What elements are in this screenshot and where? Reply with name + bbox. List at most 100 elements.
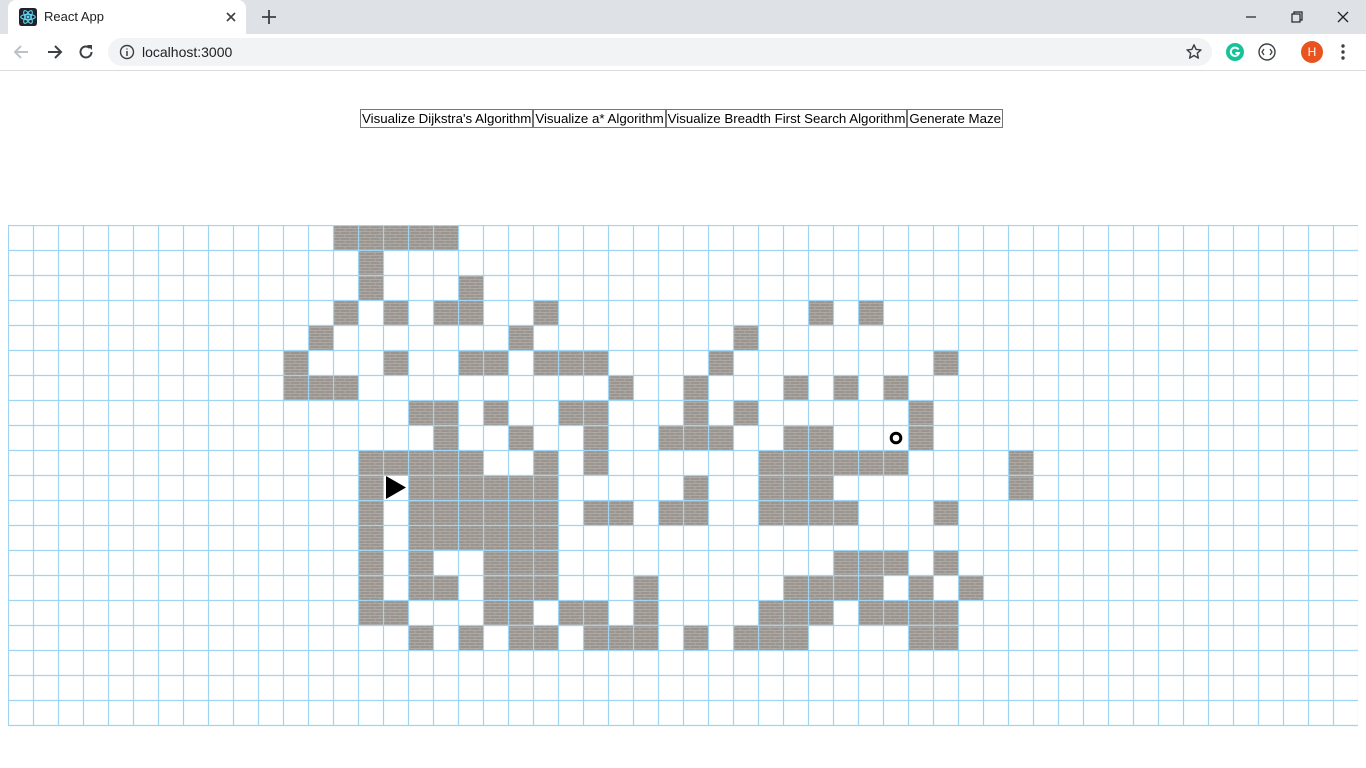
wall-cell[interactable] xyxy=(808,575,833,600)
wall-cell[interactable] xyxy=(558,350,583,375)
wall-cell[interactable] xyxy=(783,600,808,625)
wall-cell[interactable] xyxy=(508,600,533,625)
wall-cell[interactable] xyxy=(308,325,333,350)
wall-cell[interactable] xyxy=(508,550,533,575)
wall-cell[interactable] xyxy=(908,400,933,425)
wall-cell[interactable] xyxy=(808,475,833,500)
wall-cell[interactable] xyxy=(408,525,433,550)
wall-cell[interactable] xyxy=(283,375,308,400)
pathfinding-grid[interactable] xyxy=(8,225,1358,731)
wall-cell[interactable] xyxy=(1008,450,1033,475)
wall-cell[interactable] xyxy=(758,625,783,650)
wall-cell[interactable] xyxy=(583,500,608,525)
star-icon[interactable] xyxy=(1185,43,1203,61)
wall-cell[interactable] xyxy=(483,500,508,525)
wall-cell[interactable] xyxy=(583,600,608,625)
wall-cell[interactable] xyxy=(683,500,708,525)
wall-cell[interactable] xyxy=(508,575,533,600)
wall-cell[interactable] xyxy=(533,450,558,475)
wall-cell[interactable] xyxy=(633,575,658,600)
wall-cell[interactable] xyxy=(683,625,708,650)
wall-cell[interactable] xyxy=(458,475,483,500)
wall-cell[interactable] xyxy=(458,525,483,550)
wall-cell[interactable] xyxy=(658,500,683,525)
wall-cell[interactable] xyxy=(358,500,383,525)
wall-cell[interactable] xyxy=(408,225,433,250)
wall-cell[interactable] xyxy=(483,525,508,550)
wall-cell[interactable] xyxy=(358,525,383,550)
extension-icon[interactable] xyxy=(1257,42,1277,62)
wall-cell[interactable] xyxy=(858,600,883,625)
wall-cell[interactable] xyxy=(433,525,458,550)
wall-cell[interactable] xyxy=(408,400,433,425)
wall-cell[interactable] xyxy=(858,450,883,475)
wall-cell[interactable] xyxy=(1008,475,1033,500)
wall-cell[interactable] xyxy=(333,375,358,400)
wall-cell[interactable] xyxy=(858,550,883,575)
wall-cell[interactable] xyxy=(508,325,533,350)
wall-cell[interactable] xyxy=(333,225,358,250)
wall-cell[interactable] xyxy=(833,575,858,600)
wall-cell[interactable] xyxy=(533,300,558,325)
wall-cell[interactable] xyxy=(358,450,383,475)
wall-cell[interactable] xyxy=(783,475,808,500)
wall-cell[interactable] xyxy=(808,450,833,475)
generate-maze-button[interactable]: Generate Maze xyxy=(907,109,1004,128)
wall-cell[interactable] xyxy=(908,625,933,650)
wall-cell[interactable] xyxy=(508,425,533,450)
wall-cell[interactable] xyxy=(358,250,383,275)
wall-cell[interactable] xyxy=(408,475,433,500)
wall-cell[interactable] xyxy=(608,375,633,400)
wall-cell[interactable] xyxy=(433,300,458,325)
wall-cell[interactable] xyxy=(833,500,858,525)
wall-cell[interactable] xyxy=(708,350,733,375)
wall-cell[interactable] xyxy=(383,300,408,325)
wall-cell[interactable] xyxy=(458,275,483,300)
wall-cell[interactable] xyxy=(583,350,608,375)
wall-cell[interactable] xyxy=(408,625,433,650)
wall-cell[interactable] xyxy=(758,475,783,500)
wall-cell[interactable] xyxy=(808,500,833,525)
wall-cell[interactable] xyxy=(933,550,958,575)
wall-cell[interactable] xyxy=(883,375,908,400)
wall-cell[interactable] xyxy=(933,350,958,375)
wall-cell[interactable] xyxy=(883,600,908,625)
wall-cell[interactable] xyxy=(683,425,708,450)
wall-cell[interactable] xyxy=(433,400,458,425)
wall-cell[interactable] xyxy=(783,450,808,475)
wall-cell[interactable] xyxy=(908,575,933,600)
wall-cell[interactable] xyxy=(433,475,458,500)
wall-cell[interactable] xyxy=(433,425,458,450)
wall-cell[interactable] xyxy=(458,450,483,475)
wall-cell[interactable] xyxy=(333,300,358,325)
wall-cell[interactable] xyxy=(408,550,433,575)
wall-cell[interactable] xyxy=(633,625,658,650)
wall-cell[interactable] xyxy=(608,500,633,525)
wall-cell[interactable] xyxy=(683,475,708,500)
wall-cell[interactable] xyxy=(533,575,558,600)
minimize-icon[interactable] xyxy=(1240,6,1262,28)
wall-cell[interactable] xyxy=(633,600,658,625)
wall-cell[interactable] xyxy=(783,425,808,450)
wall-cell[interactable] xyxy=(833,450,858,475)
wall-cell[interactable] xyxy=(483,400,508,425)
target-circle-icon[interactable] xyxy=(889,431,903,445)
wall-cell[interactable] xyxy=(883,550,908,575)
wall-cell[interactable] xyxy=(933,500,958,525)
wall-cell[interactable] xyxy=(783,575,808,600)
wall-cell[interactable] xyxy=(858,300,883,325)
visualize-dijkstra-button[interactable]: Visualize Dijkstra's Algorithm xyxy=(360,109,534,128)
wall-cell[interactable] xyxy=(533,625,558,650)
wall-cell[interactable] xyxy=(383,450,408,475)
wall-cell[interactable] xyxy=(383,350,408,375)
wall-cell[interactable] xyxy=(933,600,958,625)
wall-cell[interactable] xyxy=(683,400,708,425)
wall-cell[interactable] xyxy=(358,225,383,250)
close-icon[interactable] xyxy=(224,10,238,24)
wall-cell[interactable] xyxy=(483,600,508,625)
wall-cell[interactable] xyxy=(308,375,333,400)
wall-cell[interactable] xyxy=(733,400,758,425)
profile-avatar[interactable]: H xyxy=(1301,41,1323,63)
wall-cell[interactable] xyxy=(408,575,433,600)
grammarly-icon[interactable] xyxy=(1225,42,1245,62)
